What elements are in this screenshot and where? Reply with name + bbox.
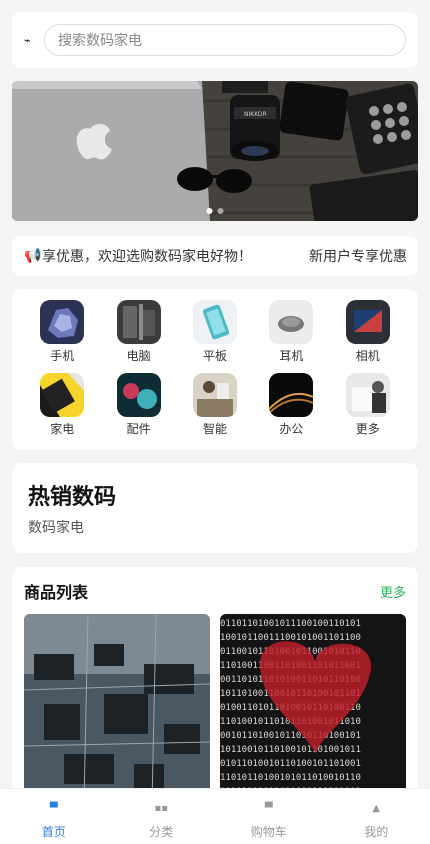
category-label: 手机 bbox=[50, 349, 75, 363]
hot-subtitle: 数码家电 bbox=[28, 520, 84, 536]
category-appliance-image bbox=[40, 373, 85, 417]
category-computer[interactable]: 电脑 bbox=[100, 300, 176, 364]
category-accessory-image bbox=[116, 373, 161, 417]
category-smart-image bbox=[192, 373, 237, 417]
category-computer-image bbox=[116, 300, 161, 344]
product-image-circuit-board bbox=[24, 614, 210, 797]
product-card[interactable] bbox=[24, 614, 210, 797]
tab-label: 我的 bbox=[364, 825, 389, 839]
tab-label: 分类 bbox=[149, 825, 174, 839]
tab-home[interactable]: ▀ 首页 bbox=[0, 789, 108, 844]
category-label: 配件 bbox=[126, 422, 151, 436]
category-label: 智能 bbox=[202, 422, 227, 436]
svg-text:01011010010110100101101001: 01011010010110100101101001 bbox=[220, 759, 361, 769]
tab-label: 购物车 bbox=[250, 825, 287, 839]
category-label: 平板 bbox=[202, 349, 227, 363]
svg-text:10110010110100101101001011: 10110010110100101101001011 bbox=[220, 745, 361, 755]
category-label: 耳机 bbox=[279, 349, 304, 363]
product-card[interactable]: 01101101001011100100110101 1001011001110… bbox=[220, 614, 406, 797]
search-bar: ⌁ 搜索数码家电 bbox=[12, 12, 418, 68]
category-office-image bbox=[269, 373, 314, 417]
category-more[interactable]: 更多 bbox=[330, 373, 406, 437]
notice-bar[interactable]: 📢 享优惠，欢迎选购数码家电好物！ 新用户专享优惠 bbox=[12, 236, 418, 276]
category-earphone[interactable]: 耳机 bbox=[253, 300, 329, 364]
svg-text:01101101001011100100110101: 01101101001011100100110101 bbox=[220, 619, 361, 629]
carousel-dot-active[interactable] bbox=[206, 208, 213, 214]
category-label: 家电 bbox=[50, 422, 75, 436]
category-grid: 手机 电脑 平板 耳机 相机 家电 配件 智能 办公 更多 bbox=[12, 289, 418, 450]
tab-label: 首页 bbox=[41, 825, 66, 839]
carousel-indicator bbox=[206, 208, 224, 214]
category-phone-image bbox=[40, 300, 85, 344]
grid-icon: ▪▪ bbox=[154, 803, 169, 814]
svg-text:00101101001011010110100101: 00101101001011010110100101 bbox=[220, 731, 361, 741]
home-icon: ▀ bbox=[49, 803, 58, 814]
category-appliance[interactable]: 家电 bbox=[24, 373, 100, 437]
category-tablet[interactable]: 平板 bbox=[177, 300, 253, 364]
category-office[interactable]: 办公 bbox=[253, 373, 329, 437]
tab-category[interactable]: ▪▪ 分类 bbox=[108, 789, 216, 844]
more-link[interactable]: 更多 bbox=[380, 582, 406, 601]
category-more-image bbox=[345, 373, 390, 417]
cart-icon: ▀ bbox=[264, 803, 273, 814]
speaker-icon: 📢 bbox=[24, 248, 42, 264]
carousel-dot[interactable] bbox=[217, 208, 224, 214]
category-camera[interactable]: 相机 bbox=[330, 300, 406, 364]
svg-text:11010110100101011010010110: 11010110100101011010010110 bbox=[220, 773, 361, 783]
category-accessory[interactable]: 配件 bbox=[100, 373, 176, 437]
tab-cart[interactable]: ▀ 购物车 bbox=[215, 789, 323, 844]
hot-title: 热销数码 bbox=[28, 485, 117, 510]
product-list: 商品列表 更多 01101101001011100100110101 10010… bbox=[12, 567, 418, 797]
tab-profile[interactable]: ▲ 我的 bbox=[323, 789, 430, 844]
category-earphone-image bbox=[269, 300, 314, 344]
category-label: 办公 bbox=[279, 422, 304, 436]
category-label: 电脑 bbox=[126, 349, 151, 363]
category-tablet-image bbox=[192, 300, 237, 344]
product-image-binary-heart: 01101101001011100100110101 1001011001110… bbox=[220, 614, 406, 797]
banner-image: NIKKOR bbox=[12, 81, 418, 221]
category-camera-image bbox=[345, 300, 390, 344]
search-placeholder: 搜索数码家电 bbox=[58, 33, 142, 49]
notice-text: 享优惠，欢迎选购数码家电好物！ bbox=[42, 249, 252, 265]
scan-icon[interactable]: ⌁ bbox=[24, 34, 42, 47]
new-user-promo[interactable]: 新用户专享优惠 bbox=[309, 246, 407, 266]
user-icon: ▲ bbox=[372, 803, 381, 814]
category-label: 更多 bbox=[355, 422, 380, 436]
product-list-title: 商品列表 bbox=[24, 583, 89, 602]
search-input[interactable]: 搜索数码家电 bbox=[44, 24, 406, 56]
banner-carousel[interactable]: NIKKOR bbox=[12, 81, 418, 221]
category-label: 相机 bbox=[355, 349, 380, 363]
category-phone[interactable]: 手机 bbox=[24, 300, 100, 364]
category-smart[interactable]: 智能 bbox=[177, 373, 253, 437]
svg-text:NIKKOR: NIKKOR bbox=[244, 111, 267, 118]
hot-section[interactable]: 热销数码 数码家电 bbox=[12, 463, 418, 553]
tab-bar: ▀ 首页 ▪▪ 分类 ▀ 购物车 ▲ 我的 bbox=[0, 788, 430, 844]
